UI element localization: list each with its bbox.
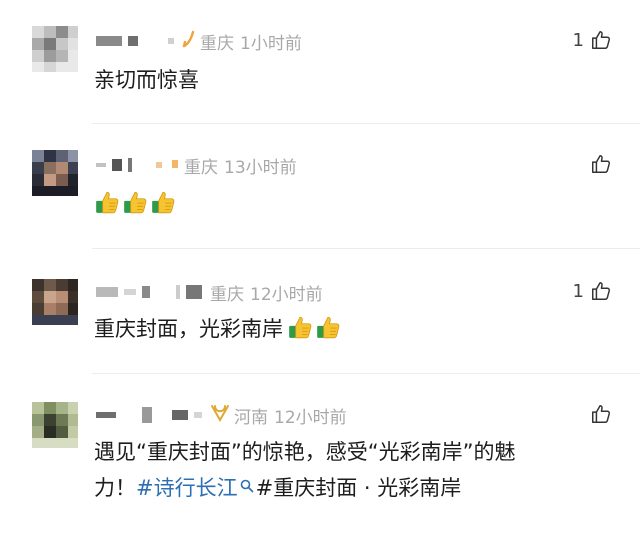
hashtag-link[interactable]: #诗行长江 xyxy=(136,476,238,500)
location: 重庆 xyxy=(184,157,218,178)
username-redacted[interactable] xyxy=(96,158,162,172)
comment-line-2-suffix: #重庆封面 · 光彩南岸 xyxy=(255,476,462,500)
like-button[interactable] xyxy=(584,152,612,176)
username-redacted[interactable] xyxy=(96,285,202,299)
timestamp: 12小时前 xyxy=(250,284,323,305)
orange-badge-icon xyxy=(170,155,180,175)
like-button[interactable]: 1 xyxy=(573,279,612,303)
timestamp: 12小时前 xyxy=(274,407,347,428)
search-icon xyxy=(240,479,253,493)
timestamp: 13小时前 xyxy=(224,157,297,178)
comment-meta: 重庆 12小时前 xyxy=(96,281,323,305)
comment-body: 重庆封面，光彩南岸 xyxy=(94,317,283,341)
avatar[interactable] xyxy=(32,402,78,448)
comment-text xyxy=(94,186,610,222)
avatar[interactable] xyxy=(32,150,78,196)
orange-badge-icon xyxy=(182,30,196,53)
thumbs-up-emoji xyxy=(122,189,148,215)
comment-item: 河南 12小时前 遇见“重庆封面”的惊艳，感受“光彩南岸”的魅 力！#诗行长江 #… xyxy=(0,374,640,534)
thumbs-up-outline-icon xyxy=(590,280,612,302)
comment-item: 重庆 12小时前 1 重庆封面，光彩南岸 xyxy=(0,249,640,373)
gold-badge-icon xyxy=(210,404,230,427)
like-count: 1 xyxy=(572,280,584,302)
thumbs-up-outline-icon xyxy=(590,29,612,51)
avatar[interactable] xyxy=(32,26,78,72)
comment-meta: 重庆 1小时前 xyxy=(96,30,302,54)
thumbs-up-emoji xyxy=(150,189,176,215)
location: 河南 xyxy=(234,407,268,428)
comment-line-2-prefix: 力！ xyxy=(94,476,136,500)
location: 重庆 xyxy=(200,33,234,54)
like-count: 1 xyxy=(572,29,584,51)
comment-text: 重庆封面，光彩南岸 xyxy=(94,311,610,347)
comment-meta: 重庆 13小时前 xyxy=(96,154,297,178)
thumbs-up-outline-icon xyxy=(590,403,612,425)
comment-line-1: 遇见“重庆封面”的惊艳，感受“光彩南岸”的魅 xyxy=(94,440,516,464)
thumbs-up-emoji xyxy=(94,189,120,215)
comment-item: 重庆 1小时前 1 亲切而惊喜 xyxy=(0,0,640,124)
comment-body: 亲切而惊喜 xyxy=(94,68,199,92)
username-redacted[interactable] xyxy=(96,36,174,46)
thumbs-up-outline-icon xyxy=(590,153,612,175)
comment-text: 亲切而惊喜 xyxy=(94,62,610,98)
thumbs-up-emoji xyxy=(315,314,341,340)
location: 重庆 xyxy=(210,284,244,305)
comment-line-2: 力！#诗行长江 #重庆封面 · 光彩南岸 xyxy=(94,470,610,506)
like-button[interactable]: 1 xyxy=(573,28,612,52)
comment-meta: 河南 12小时前 xyxy=(96,404,347,428)
comment-item: 重庆 13小时前 xyxy=(0,124,640,248)
comment-text: 遇见“重庆封面”的惊艳，感受“光彩南岸”的魅 力！#诗行长江 #重庆封面 · 光彩… xyxy=(94,434,610,506)
username-redacted[interactable] xyxy=(96,407,202,423)
timestamp: 1小时前 xyxy=(240,33,302,54)
avatar[interactable] xyxy=(32,279,78,325)
like-button[interactable] xyxy=(584,402,612,426)
thumbs-up-emoji xyxy=(287,314,313,340)
